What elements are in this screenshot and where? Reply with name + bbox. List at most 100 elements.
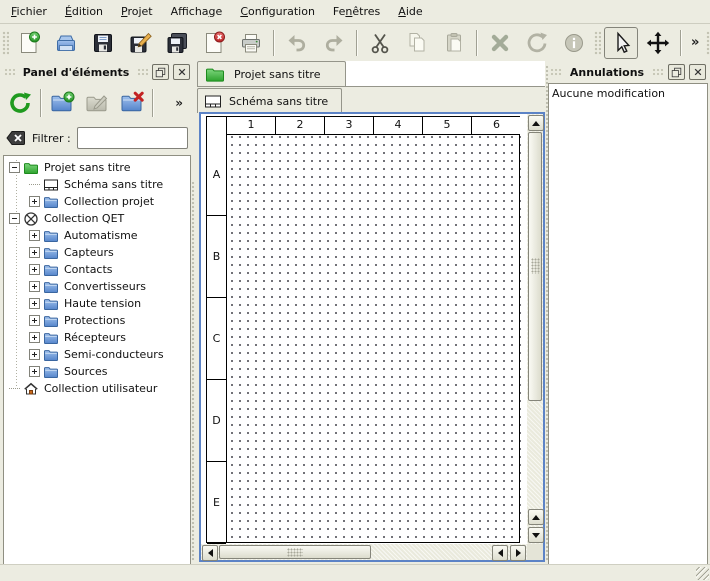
toolbar-overflow-button[interactable]: » [687, 35, 703, 50]
menu-projet[interactable]: Projet [112, 2, 162, 22]
redo-icon [322, 31, 346, 55]
expand-expander[interactable] [29, 349, 40, 360]
panel-toolbar-overflow-button[interactable]: » [175, 96, 183, 110]
tree-item-sources[interactable]: Sources [4, 363, 190, 380]
elements-panel-header[interactable]: Panel d'éléments [2, 63, 192, 81]
save-all-button[interactable] [160, 27, 194, 59]
tree-item-schema-sans-titre[interactable]: Schéma sans titre [4, 176, 190, 193]
redo-button[interactable] [317, 27, 351, 59]
expand-expander[interactable] [29, 230, 40, 241]
scroll-up-button[interactable] [528, 115, 544, 131]
scroll-up-button[interactable] [528, 509, 544, 525]
schema-tab-bar: Schéma sans titre [197, 87, 545, 113]
tree-item-projet-sans-titre[interactable]: Projet sans titre [4, 159, 190, 176]
undo-panel-dock: Annulations Aucune modification [548, 63, 708, 565]
panel-splitter[interactable] [191, 181, 196, 561]
menu-fenetres[interactable]: Fenêtres [324, 2, 389, 22]
folder-icon [43, 313, 59, 329]
paste-button[interactable] [437, 27, 471, 59]
tree-branch-line [9, 388, 20, 390]
expand-expander[interactable] [29, 298, 40, 309]
expand-expander[interactable] [29, 196, 40, 207]
scroll-down-button[interactable] [528, 527, 544, 543]
tab-projet-sans-titre[interactable]: Projet sans titre [197, 61, 346, 86]
vertical-scroll-thumb[interactable] [528, 132, 542, 401]
open-project-button[interactable] [49, 27, 83, 59]
scroll-left-button[interactable] [492, 545, 508, 561]
save-button[interactable] [86, 27, 120, 59]
toolbar-handle[interactable] [2, 31, 9, 55]
elements-panel-title: Panel d'éléments [19, 66, 134, 79]
horizontal-scroll-track[interactable] [219, 544, 491, 560]
tree-item-recepteurs[interactable]: Récepteurs [4, 329, 190, 346]
edit-category-button[interactable] [82, 88, 112, 118]
expand-expander[interactable] [29, 366, 40, 377]
filter-input[interactable] [77, 127, 188, 149]
tree-item-haute-tension[interactable]: Haute tension [4, 295, 190, 312]
rotate-button[interactable] [520, 27, 554, 59]
folder-icon [43, 296, 59, 312]
element-information-button[interactable] [557, 27, 591, 59]
diagram-viewport[interactable]: 1 2 3 4 5 6 A B C D E [201, 114, 527, 544]
menu-edition[interactable]: Édition [56, 2, 112, 22]
scroll-left-button[interactable] [202, 545, 218, 561]
toolbar-handle[interactable] [594, 31, 601, 55]
expand-expander[interactable] [29, 264, 40, 275]
tree-item-capteurs[interactable]: Capteurs [4, 244, 190, 261]
project-tab-bar: Projet sans titre [197, 61, 545, 87]
vertical-scrollbar[interactable] [527, 114, 543, 544]
resize-grip[interactable] [696, 567, 709, 580]
tree-item-semi-conducteurs[interactable]: Semi-conducteurs [4, 346, 190, 363]
copy-button[interactable] [400, 27, 434, 59]
new-category-button[interactable] [47, 88, 77, 118]
expand-expander[interactable] [29, 332, 40, 343]
expand-expander[interactable] [29, 247, 40, 258]
vertical-scroll-track[interactable] [527, 132, 543, 508]
toolbar-handle[interactable] [706, 31, 710, 55]
menu-aide[interactable]: Aide [389, 2, 431, 22]
menu-fichier[interactable]: Fichier [2, 2, 56, 22]
tree-item-collection-utilisateur[interactable]: Collection utilisateur [4, 380, 190, 397]
tree-item-collection-qet[interactable]: Collection QET [4, 210, 190, 227]
delete-category-button[interactable] [117, 88, 147, 118]
close-file-button[interactable] [197, 27, 231, 59]
diagram-view[interactable]: 1 2 3 4 5 6 A B C D E [199, 112, 545, 562]
undo-button[interactable] [280, 27, 314, 59]
undo-list-item[interactable]: Aucune modification [552, 86, 704, 102]
qelectrotech-window: Fichier Édition Projet Affichage Configu… [0, 0, 710, 581]
float-dock-button[interactable] [668, 64, 685, 80]
scroll-right-button[interactable] [510, 545, 526, 561]
float-dock-button[interactable] [152, 64, 169, 80]
tree-item-convertisseurs[interactable]: Convertisseurs [4, 278, 190, 295]
reload-collections-button[interactable] [5, 88, 35, 118]
tree-item-automatisme[interactable]: Automatisme [4, 227, 190, 244]
menu-configuration[interactable]: Configuration [231, 2, 324, 22]
move-mode-button[interactable] [641, 27, 675, 59]
save-as-button[interactable] [123, 27, 157, 59]
tree-item-collection-projet[interactable]: Collection projet [4, 193, 190, 210]
undo-panel-header[interactable]: Annulations [548, 63, 708, 81]
tree-item-label: Convertisseurs [64, 280, 146, 293]
column-header: 4 [374, 117, 423, 134]
close-dock-button[interactable] [173, 64, 190, 80]
horizontal-scrollbar[interactable] [201, 544, 527, 560]
tree-item-protections[interactable]: Protections [4, 312, 190, 329]
expand-expander[interactable] [29, 315, 40, 326]
print-button[interactable] [234, 27, 268, 59]
cut-button[interactable] [363, 27, 397, 59]
close-dock-button[interactable] [689, 64, 706, 80]
tree-item-contacts[interactable]: Contacts [4, 261, 190, 278]
collapse-expander[interactable] [9, 213, 20, 224]
undo-history-list[interactable]: Aucune modification [548, 83, 708, 565]
paste-icon [442, 31, 466, 55]
delete-button[interactable] [483, 27, 517, 59]
clear-filter-icon[interactable] [6, 130, 26, 146]
select-mode-button[interactable] [604, 27, 638, 59]
tab-label: Projet sans titre [234, 68, 321, 81]
collapse-expander[interactable] [9, 162, 20, 173]
menu-affichage[interactable]: Affichage [162, 2, 232, 22]
new-document-button[interactable] [12, 27, 46, 59]
horizontal-scroll-thumb[interactable] [219, 545, 371, 559]
expand-expander[interactable] [29, 281, 40, 292]
tab-schema-sans-titre[interactable]: Schéma sans titre [197, 88, 342, 113]
